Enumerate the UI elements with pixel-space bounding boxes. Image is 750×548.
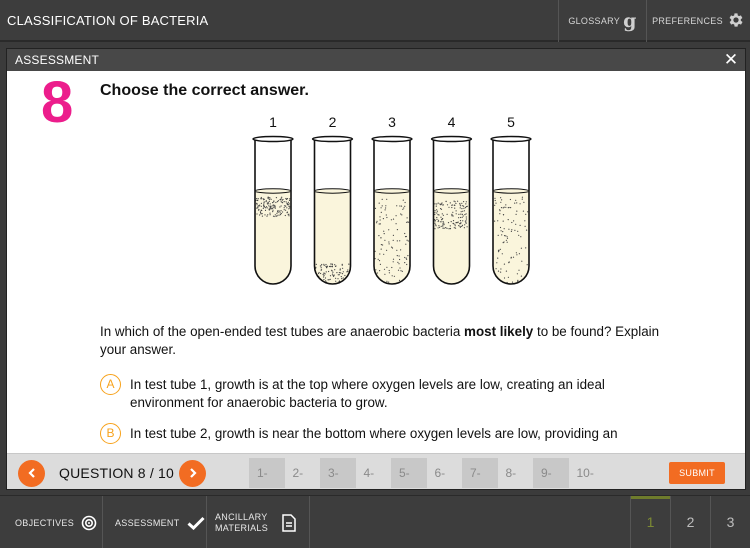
- question-tab-4[interactable]: 4-: [356, 458, 392, 488]
- question-tab-7[interactable]: 7-: [462, 458, 498, 488]
- top-bar: CLASSIFICATION OF BACTERIA GLOSSARY g PR…: [0, 0, 750, 42]
- answer-option-b[interactable]: B In test tube 2, growth is near the bot…: [100, 423, 660, 453]
- app-title: CLASSIFICATION OF BACTERIA: [7, 13, 209, 28]
- page-button-2[interactable]: 2: [670, 496, 710, 548]
- document-icon: [282, 513, 296, 532]
- ancillary-label-line2: MATERIALS: [215, 522, 269, 533]
- glossary-g-icon: g: [623, 9, 637, 32]
- question-tab-3[interactable]: 3-: [320, 458, 356, 488]
- question-tab-2[interactable]: 2-: [285, 458, 321, 488]
- question-tab-8[interactable]: 8-: [498, 458, 534, 488]
- tube-label-3: 3: [388, 115, 396, 130]
- option-letter-b: B: [100, 423, 121, 444]
- assessment-modal: ASSESSMENT ✕ 8 Choose the correct answer…: [6, 48, 746, 490]
- test-tube-4: 4: [430, 115, 473, 285]
- page-button-3[interactable]: 3: [710, 496, 750, 548]
- question-tab-5[interactable]: 5-: [391, 458, 427, 488]
- assessment-button[interactable]: ASSESSMENT: [103, 496, 207, 548]
- option-text-b: In test tube 2, growth is near the botto…: [130, 426, 618, 441]
- ancillary-materials-button[interactable]: ANCILLARY MATERIALS: [207, 496, 310, 548]
- next-question-button[interactable]: [179, 460, 206, 487]
- question-page-tabs: 1- 2- 3- 4- 5- 6- 7- 8- 9- 10-: [249, 458, 604, 488]
- objectives-label: OBJECTIVES: [15, 517, 75, 528]
- app-window: CLASSIFICATION OF BACTERIA GLOSSARY g PR…: [0, 0, 750, 548]
- question-prompt: Choose the correct answer.: [100, 82, 309, 99]
- assessment-label: ASSESSMENT: [115, 517, 180, 528]
- test-tube-3: 3: [371, 115, 413, 285]
- test-tubes-figure: 1 2 3 4 5: [252, 115, 532, 285]
- option-text-a: In test tube 1, growth is at the top whe…: [130, 377, 605, 410]
- ancillary-label-line1: ANCILLARY: [215, 511, 268, 522]
- question-content: 8 Choose the correct answer. 1 2 3 4 5 In wh…: [7, 71, 745, 453]
- previous-question-button[interactable]: [18, 460, 45, 487]
- submit-button[interactable]: SUBMIT: [669, 462, 725, 484]
- glossary-button[interactable]: GLOSSARY g: [558, 0, 646, 42]
- question-text: In which of the open-ended test tubes ar…: [100, 323, 660, 359]
- answer-option-a[interactable]: A In test tube 1, growth is at the top w…: [100, 374, 660, 414]
- objectives-button[interactable]: OBJECTIVES: [0, 496, 103, 548]
- modal-title: ASSESSMENT: [15, 53, 100, 67]
- question-number: 8: [41, 71, 74, 135]
- modal-header: ASSESSMENT ✕: [7, 49, 745, 71]
- glossary-label: GLOSSARY: [568, 16, 621, 26]
- chevron-left-icon: [27, 468, 35, 478]
- test-tube-5: 5: [490, 115, 532, 285]
- chevron-right-icon: [189, 468, 197, 478]
- tube-label-1: 1: [269, 115, 277, 130]
- question-tab-1[interactable]: 1-: [249, 458, 285, 488]
- page-button-1[interactable]: 1: [630, 496, 670, 548]
- target-icon: [81, 515, 97, 531]
- test-tube-2: 2: [311, 115, 354, 285]
- close-icon[interactable]: ✕: [723, 50, 739, 70]
- question-tab-10[interactable]: 10-: [569, 458, 605, 488]
- question-tab-6[interactable]: 6-: [427, 458, 463, 488]
- tube-label-4: 4: [448, 115, 456, 130]
- test-tube-1: 1: [252, 115, 294, 285]
- option-letter-a: A: [100, 374, 121, 395]
- bottom-navigation-bar: OBJECTIVES ASSESSMENT ANCILLARY MATERIAL…: [0, 495, 750, 548]
- question-tab-9[interactable]: 9-: [533, 458, 569, 488]
- tube-label-5: 5: [507, 115, 515, 130]
- preferences-button[interactable]: PREFERENCES: [646, 0, 750, 42]
- gear-icon: [727, 11, 745, 31]
- question-navigation-bar: QUESTION 8 / 10 1- 2- 3- 4- 5- 6- 7- 8- …: [7, 453, 745, 489]
- ancillary-label: ANCILLARY MATERIALS: [215, 512, 275, 534]
- checkmark-icon: [187, 516, 205, 530]
- question-counter: QUESTION 8 / 10: [59, 465, 175, 481]
- question-text-emphasis: most likely: [464, 324, 534, 339]
- preferences-label: PREFERENCES: [652, 16, 723, 26]
- question-text-part1: In which of the open-ended test tubes ar…: [100, 324, 465, 339]
- tube-label-2: 2: [329, 115, 337, 130]
